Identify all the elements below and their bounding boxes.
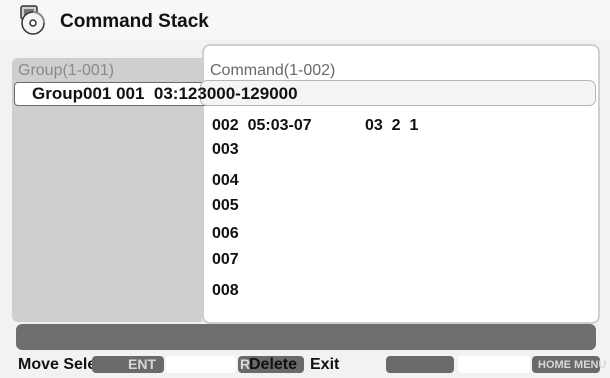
home-menu-label: HOME MENU (538, 359, 607, 371)
delete-label: Delete (249, 356, 298, 373)
title-bar: Command Stack (0, 0, 610, 40)
command-item[interactable]: 003 (212, 141, 239, 159)
blank-key-button[interactable] (166, 356, 236, 373)
group-header: Group(1-001) (18, 62, 115, 79)
command-item[interactable]: 008 (212, 282, 239, 300)
command-item[interactable]: 002 05:03-07 03 2 1 (212, 117, 418, 135)
exit-label: Exit (310, 356, 340, 373)
command-item[interactable]: 007 (212, 251, 239, 269)
selected-row-text[interactable]: Group001 001 03:123000-129000 (32, 84, 298, 104)
status-bar (16, 324, 596, 350)
dark-key-button[interactable] (386, 356, 454, 373)
command-header: Command(1-002) (210, 62, 336, 79)
command-item[interactable]: 004 (212, 172, 239, 190)
page-title: Command Stack (60, 11, 209, 32)
command-item[interactable]: 005 (212, 197, 239, 215)
blank-key-button-2[interactable] (458, 356, 530, 373)
command-item[interactable]: 006 (212, 225, 239, 243)
disc-folder-icon (20, 5, 45, 35)
enter-key-label: ENT (128, 356, 156, 372)
